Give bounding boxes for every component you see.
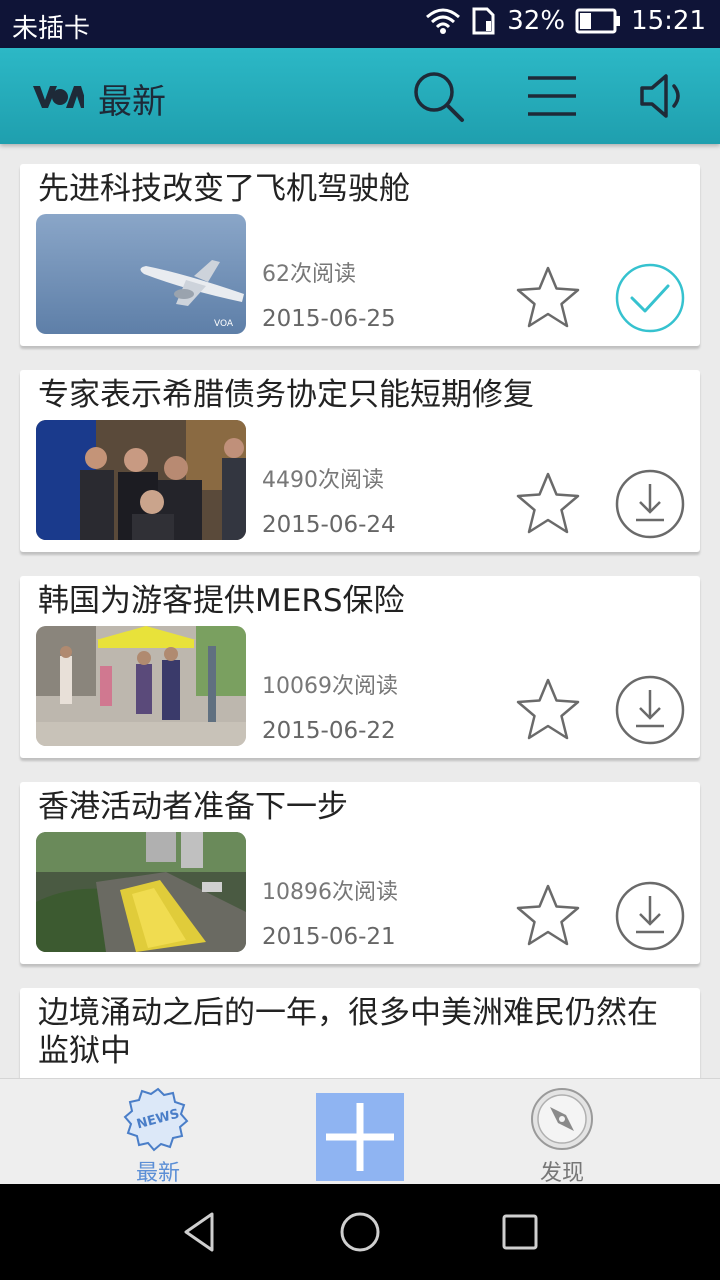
article-card[interactable]: 专家表示希腊债务协定只能短期修复 4490次阅读 2015-06-24 <box>20 370 700 552</box>
favorite-button[interactable] <box>514 882 582 950</box>
download-icon <box>615 675 685 745</box>
favorite-button[interactable] <box>514 264 582 332</box>
page-title: 最新 <box>98 82 166 122</box>
compass-icon <box>531 1088 593 1150</box>
airplane-image: VOA <box>36 214 246 334</box>
protest-image <box>36 832 246 952</box>
publish-date: 2015-06-25 <box>262 306 396 332</box>
read-count: 10069次阅读 <box>262 674 398 699</box>
home-icon <box>340 1212 380 1252</box>
back-icon <box>184 1212 214 1252</box>
system-nav-bar <box>0 1184 720 1280</box>
star-icon <box>516 266 580 328</box>
battery-icon <box>575 8 621 34</box>
favorite-button[interactable] <box>514 470 582 538</box>
article-thumbnail[interactable] <box>36 626 246 746</box>
recents-button[interactable] <box>496 1208 544 1256</box>
carrier-label: 未插卡 <box>12 14 91 44</box>
clock: 15:21 <box>631 6 706 36</box>
news-icon: NEWS <box>123 1087 189 1152</box>
meeting-image <box>36 420 246 540</box>
article-thumbnail[interactable] <box>36 832 246 952</box>
publish-date: 2015-06-21 <box>262 924 396 950</box>
back-button[interactable] <box>176 1208 224 1256</box>
article-title[interactable]: 先进科技改变了飞机驾驶舱 <box>38 170 688 208</box>
downloaded-indicator[interactable] <box>614 262 686 334</box>
article-list[interactable]: 先进科技改变了飞机驾驶舱 VOA 62次阅读 2015-06-25 专家表示希腊… <box>0 144 720 1078</box>
read-count: 10896次阅读 <box>262 880 398 905</box>
download-button[interactable] <box>614 880 686 952</box>
plus-icon <box>326 1103 394 1171</box>
recents-icon <box>502 1214 538 1250</box>
tab-discover[interactable]: 发现 <box>502 1085 622 1186</box>
read-count: 62次阅读 <box>262 262 356 287</box>
download-button[interactable] <box>614 468 686 540</box>
status-indicators: 32% 15:21 <box>425 6 706 36</box>
article-card[interactable]: 香港活动者准备下一步 10896次阅读 2015-06-21 <box>20 782 700 964</box>
svg-text:VOA: VOA <box>214 319 234 329</box>
menu-icon <box>528 76 576 116</box>
tab-latest-label: 最新 <box>135 1161 180 1186</box>
tab-discover-label: 发现 <box>539 1161 584 1186</box>
favorite-button[interactable] <box>514 676 582 744</box>
article-title[interactable]: 专家表示希腊债务协定只能短期修复 <box>38 376 688 414</box>
article-card[interactable]: 韩国为游客提供MERS保险 10069次阅读 2015-06-22 <box>20 576 700 758</box>
search-icon <box>414 72 464 122</box>
speaker-icon <box>640 74 680 118</box>
bottom-nav: NEWS 最新 发现 <box>0 1078 720 1186</box>
checkmark-circle-icon <box>615 263 685 333</box>
add-button[interactable] <box>316 1093 404 1181</box>
read-count: 4490次阅读 <box>262 468 384 493</box>
tourists-image <box>36 626 246 746</box>
star-icon <box>516 472 580 534</box>
star-icon <box>516 884 580 946</box>
publish-date: 2015-06-22 <box>262 718 396 744</box>
voa-logo <box>33 86 84 108</box>
article-title[interactable]: 香港活动者准备下一步 <box>38 788 688 826</box>
menu-button[interactable] <box>524 68 580 124</box>
search-button[interactable] <box>410 68 466 124</box>
app-bar: 最新 <box>0 48 720 144</box>
article-thumbnail[interactable] <box>36 420 246 540</box>
article-title[interactable]: 韩国为游客提供MERS保险 <box>38 582 688 620</box>
article-title[interactable]: 边境涌动之后的一年，很多中美洲难民仍然在监狱中 <box>38 994 688 1070</box>
sim-icon <box>472 7 495 35</box>
status-bar: 未插卡 32% 15:21 <box>0 0 720 48</box>
download-icon <box>615 469 685 539</box>
download-button[interactable] <box>614 674 686 746</box>
battery-percent: 32% <box>507 6 566 36</box>
publish-date: 2015-06-24 <box>262 512 396 538</box>
star-icon <box>516 678 580 740</box>
article-thumbnail[interactable]: VOA <box>36 214 246 334</box>
article-card[interactable]: 先进科技改变了飞机驾驶舱 VOA 62次阅读 2015-06-25 <box>20 164 700 346</box>
article-card[interactable]: 边境涌动之后的一年，很多中美洲难民仍然在监狱中 <box>20 988 700 1078</box>
audio-button[interactable] <box>636 68 692 124</box>
tab-latest[interactable]: NEWS 最新 <box>98 1085 218 1186</box>
wifi-icon <box>426 8 461 34</box>
home-button[interactable] <box>336 1208 384 1256</box>
download-icon <box>615 881 685 951</box>
